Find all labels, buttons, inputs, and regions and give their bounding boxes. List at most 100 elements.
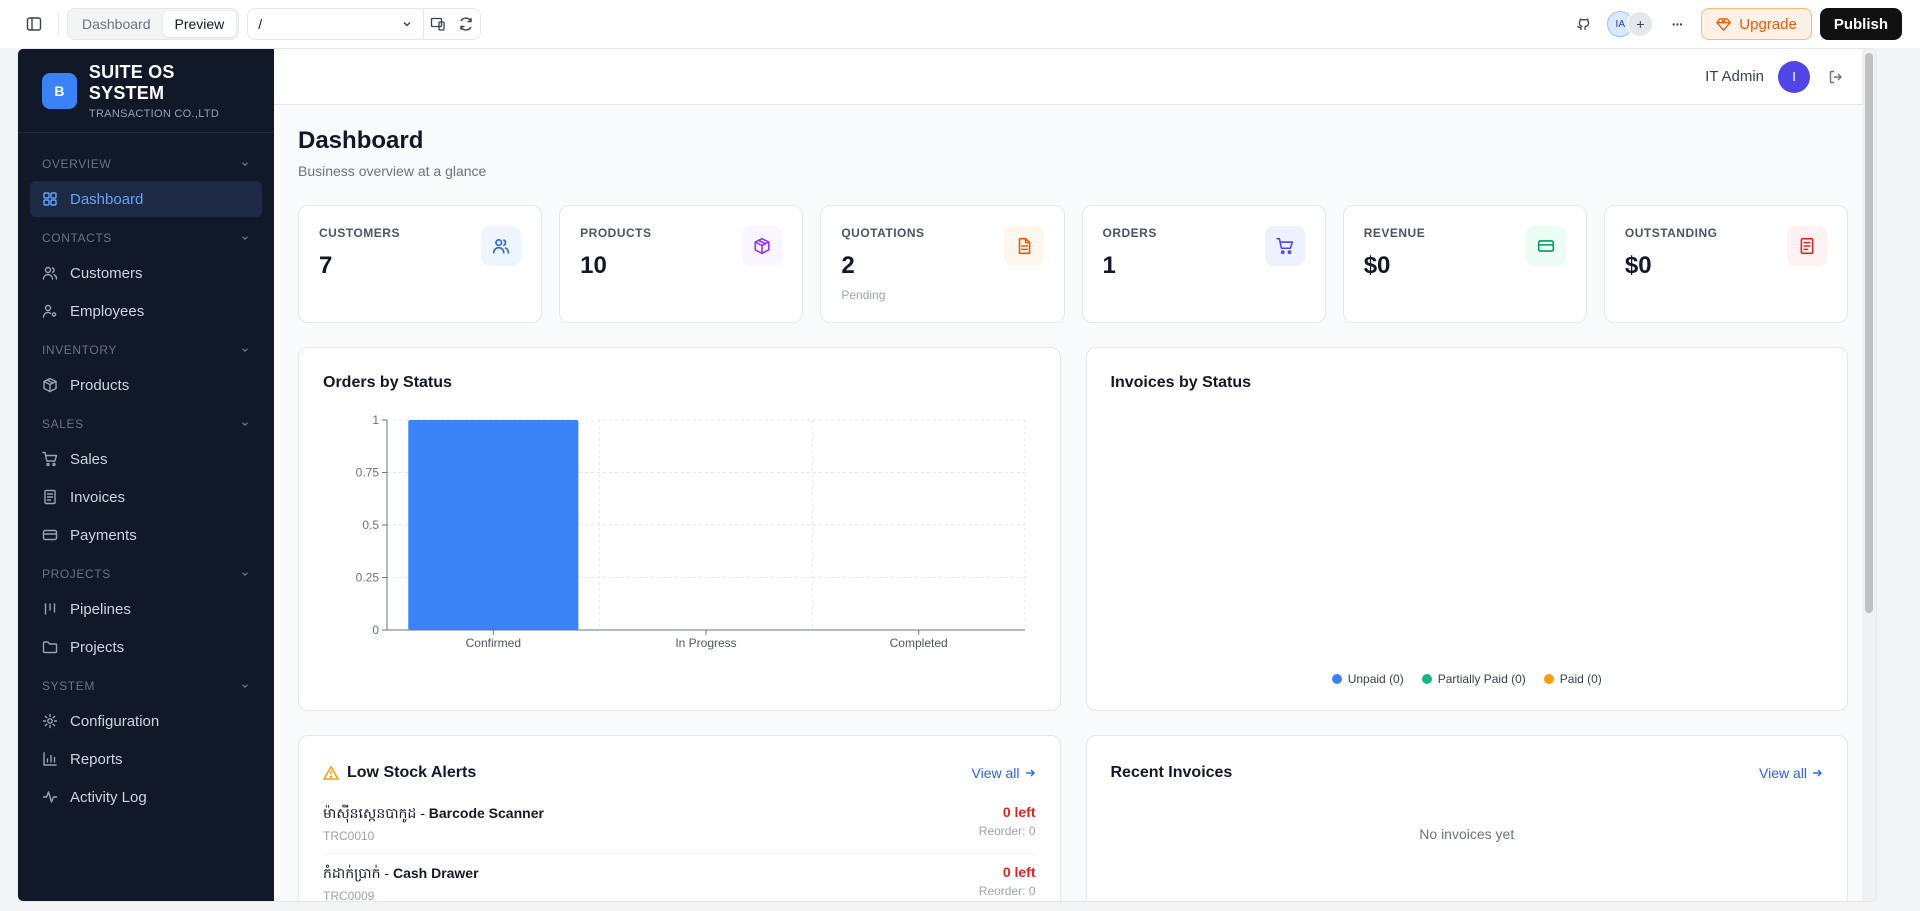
receipt-icon [42,489,58,505]
tab-dashboard[interactable]: Dashboard [70,11,163,37]
sidebar-item-configuration[interactable]: Configuration [30,703,262,739]
sidebar-item-activity-log[interactable]: Activity Log [30,779,262,815]
main-scrollbar[interactable] [1862,49,1876,901]
legend-item[interactable]: Paid (0) [1543,672,1602,686]
nav-section-inventory[interactable]: INVENTORY [18,333,274,367]
chevron-down-icon [242,348,248,353]
invoices-by-status-card: Invoices by Status Unpaid (0) Partially P… [1085,347,1848,711]
nav-section-projects[interactable]: PROJECTS [18,557,274,591]
low-stock-row[interactable]: កំដាក់ប្រាក់ - Cash Drawer TRC0009 0 left R… [323,854,1036,901]
sidebar-toggle-icon[interactable] [18,8,50,40]
users-icon [481,226,522,266]
publish-button[interactable]: Publish [1819,8,1902,40]
qty-left: 0 left [1002,864,1036,880]
legend-dot [1543,674,1554,684]
brand-logo: B [42,72,77,109]
empty-invoices-message: No invoices yet [1419,826,1515,842]
y-tick-label: 0.5 [362,518,379,532]
recent-invoices-view-all-link[interactable]: View all [1759,765,1823,781]
legend-item[interactable]: Unpaid (0) [1331,672,1404,686]
stat-card-orders[interactable]: ORDERS 1 [1081,205,1326,323]
nav-section-contacts[interactable]: CONTACTS [18,221,274,255]
sidebar-item-payments[interactable]: Payments [30,517,262,553]
stat-card-revenue[interactable]: REVENUE $0 [1342,205,1587,323]
scrollbar-thumb[interactable] [1865,53,1873,613]
orders-bar-chart: 0 0.25 0.5 0.75 1 Confirmed In Progress Complet… [356,413,1026,650]
chevron-down-icon [242,684,248,689]
collaborators: IA + [1607,10,1654,38]
brand: B SUITE OS SYSTEM TRANSACTION CO.,LTD [18,49,274,133]
sidebar-item-employees[interactable]: Employees [30,293,262,329]
sidebar-item-label: Products [70,376,130,394]
cart-icon [1264,226,1305,266]
url-value: / [258,16,263,32]
sidebar-item-label: Payments [70,526,137,544]
sidebar-item-customers[interactable]: Customers [30,255,262,291]
low-stock-qty: 0 left Reorder: 0 [979,804,1036,838]
device-preview-icon[interactable] [424,9,452,39]
sidebar-item-dashboard[interactable]: Dashboard [30,181,262,217]
reorder-level: Reorder: 0 [978,884,1036,898]
activity-icon [42,789,58,805]
sidebar-item-reports[interactable]: Reports [30,741,262,777]
bar-chart-icon [42,751,58,767]
stat-note: Pending [841,288,886,302]
sidebar: B SUITE OS SYSTEM TRANSACTION CO.,LTD OV… [18,49,274,901]
y-tick-label: 1 [372,413,379,427]
chevron-down-icon [242,422,248,427]
warning-icon [323,765,339,780]
refresh-icon[interactable] [452,9,480,39]
invoices-legend: Unpaid (0) Partially Paid (0) Paid (0) [1087,672,1848,686]
legend-item[interactable]: Partially Paid (0) [1421,672,1526,686]
sidebar-item-label: Sales [70,450,108,468]
low-stock-qty: 0 left Reorder: 0 [979,864,1036,898]
credit-card-icon [42,527,58,543]
logout-icon[interactable] [1824,65,1848,89]
nav-section-sales[interactable]: SALES [18,407,274,441]
sidebar-item-pipelines[interactable]: Pipelines [30,591,262,627]
page-title: Dashboard [298,127,424,154]
stat-card-customers[interactable]: CUSTOMERS 7 [298,205,543,323]
main-area: IT Admin I Dashboard Business overview a… [274,49,1876,901]
sidebar-item-invoices[interactable]: Invoices [30,479,262,515]
product-name: ម៉ាស៊ីនស្កេនបាកូដ - Barcode Scanner [323,804,544,825]
more-options-icon[interactable]: ··· [1661,8,1693,40]
x-tick-label: Confirmed [466,636,521,650]
brand-name: SUITE OS SYSTEM [88,61,175,103]
nav-section-system[interactable]: SYSTEM [18,669,274,703]
kanban-icon [42,601,58,617]
low-stock-row[interactable]: ម៉ាស៊ីនស្កេនបាកូដ - Barcode Scanner TRC00… [323,794,1036,854]
legend-label: Partially Paid (0) [1437,672,1526,686]
product-sku: TRC0010 [323,829,375,843]
tab-preview[interactable]: Preview [162,11,237,37]
orders-chart-title: Orders by Status [323,374,452,391]
recent-invoices-card: Recent Invoices View all No invoices yet [1085,735,1848,901]
stat-card-outstanding[interactable]: OUTSTANDING $0 [1603,205,1849,323]
y-tick-label: 0 [372,623,379,637]
chevron-down-icon [403,22,411,27]
users-icon [42,265,58,281]
low-stock-info: ម៉ាស៊ីនស្កេនបាកូដ - Barcode Scanner TRC00… [323,804,544,843]
nav-section-label: SYSTEM [42,679,95,693]
view-mode-switch: Dashboard Preview [67,8,240,40]
app-preview-frame: B SUITE OS SYSTEM TRANSACTION CO.,LTD OV… [17,48,1877,902]
add-collaborator-button[interactable]: + [1627,11,1654,37]
user-avatar[interactable]: I [1778,60,1810,93]
sidebar-item-label: Dashboard [70,190,144,208]
recent-invoices-title: Recent Invoices [1110,764,1233,781]
divider [58,13,59,35]
stat-card-quotations[interactable]: QUOTATIONS 2 Pending [820,205,1065,323]
github-icon[interactable] [1567,8,1599,40]
low-stock-info: កំដាក់ប្រាក់ - Cash Drawer TRC0009 [323,864,479,901]
url-select[interactable]: / [248,9,425,39]
stat-card-products[interactable]: PRODUCTS 10 [559,205,804,323]
low-stock-title: Low Stock Alerts [347,764,477,781]
nav-section-overview[interactable]: OVERVIEW [18,147,274,181]
low-stock-view-all-link[interactable]: View all [972,765,1036,781]
sidebar-item-products[interactable]: Products [30,367,262,403]
upgrade-button[interactable]: Upgrade [1701,8,1812,40]
sidebar-item-projects[interactable]: Projects [30,629,262,665]
product-name: កំដាក់ប្រាក់ - Cash Drawer [323,864,479,885]
sidebar-item-sales[interactable]: Sales [30,441,262,477]
product-name-en: Cash Drawer [392,865,479,881]
